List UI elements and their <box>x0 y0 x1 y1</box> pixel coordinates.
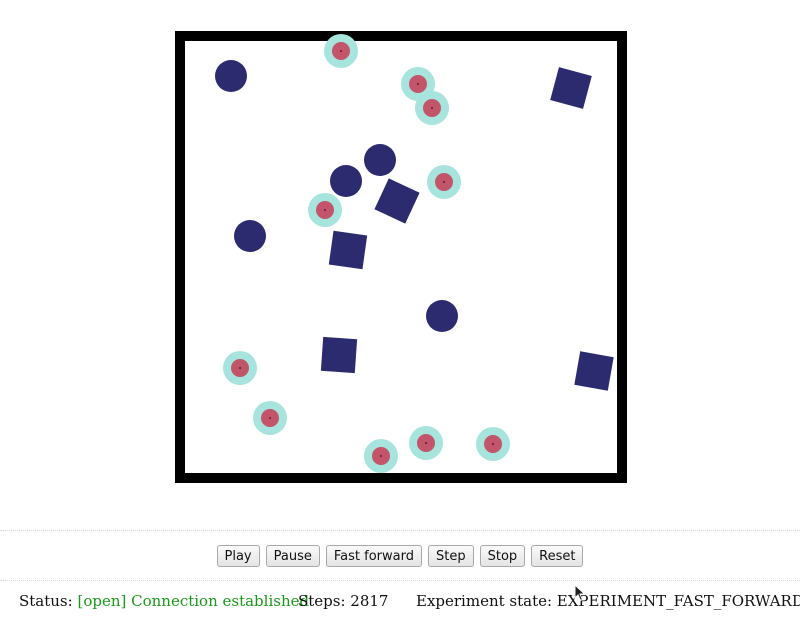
stop-button[interactable]: Stop <box>479 545 526 567</box>
steps-counter: Steps: 2817 <box>298 592 389 610</box>
divider-bottom <box>0 580 800 581</box>
arena-wall <box>175 31 627 483</box>
fast-forward-button[interactable]: Fast forward <box>325 545 422 567</box>
connection-status-text: [open] Connection established <box>77 592 310 610</box>
divider-top <box>0 530 800 531</box>
control-bar: Play Pause Fast forward Step Stop Reset <box>0 545 800 567</box>
connection-status: Status: [open] Connection established <box>19 592 309 610</box>
play-button[interactable]: Play <box>216 545 260 567</box>
mouse-pointer-icon <box>574 584 586 602</box>
experiment-state: Experiment state: EXPERIMENT_FAST_FORWAR… <box>416 592 800 610</box>
step-button[interactable]: Step <box>427 545 474 567</box>
status-label: Status: <box>19 592 73 610</box>
reset-button[interactable]: Reset <box>531 545 584 567</box>
pause-button[interactable]: Pause <box>265 545 320 567</box>
